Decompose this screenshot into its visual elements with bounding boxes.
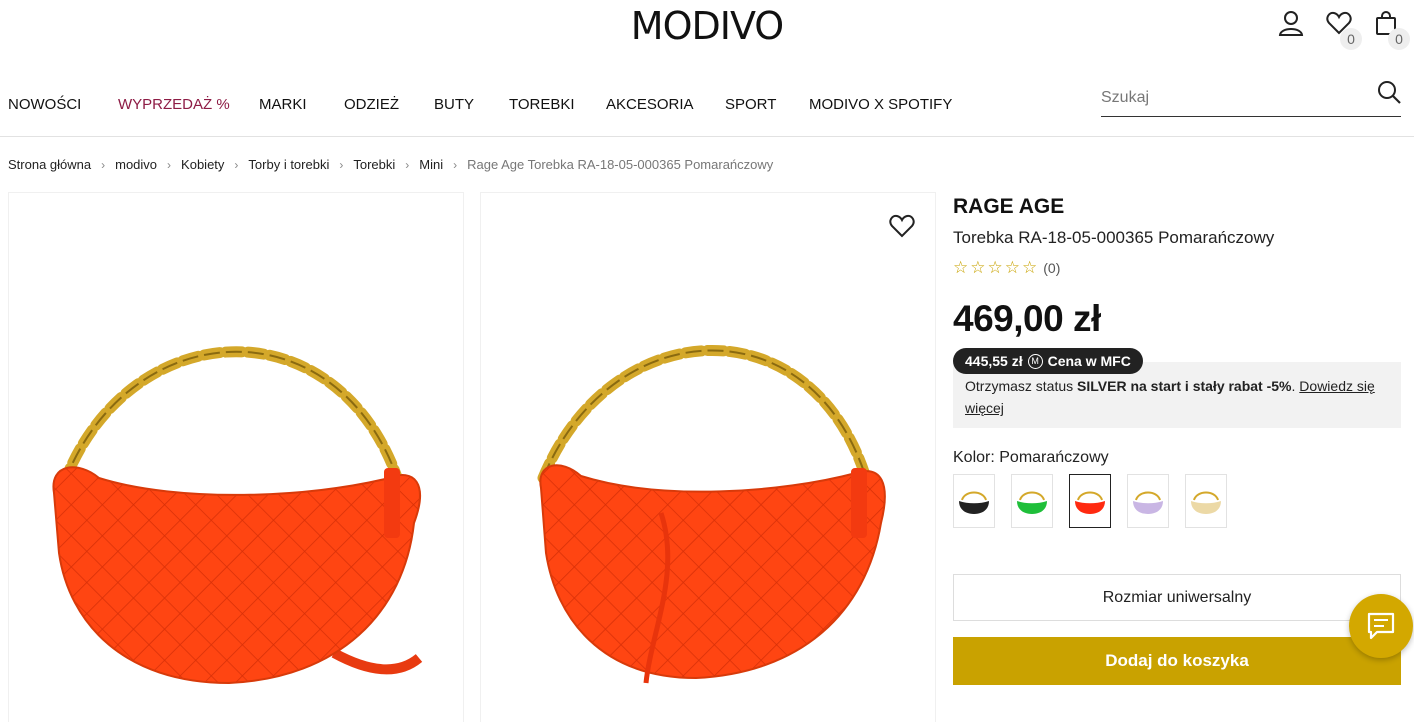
product-name: Torebka RA-18-05-000365 Pomarańczowy	[953, 228, 1275, 247]
nav-item-wyprzedaz[interactable]: WYPRZEDAŻ %	[118, 96, 259, 113]
product-image-1[interactable]	[8, 192, 464, 722]
chevron-right-icon: ›	[101, 157, 106, 172]
chevron-right-icon: ›	[453, 157, 458, 172]
star-empty-icon: ☆	[970, 258, 986, 277]
account-icon[interactable]	[1278, 10, 1304, 40]
nav-item-sport[interactable]: SPORT	[725, 96, 809, 113]
bag-thumbnail	[959, 491, 989, 514]
breadcrumb-item[interactable]: Mini	[419, 157, 443, 172]
add-to-cart-button[interactable]: Dodaj do koszyka	[953, 637, 1401, 685]
mfc-description: Otrzymasz status SILVER na start i stały…	[965, 375, 1385, 419]
nav-item-nowosci[interactable]: NOWOŚCI	[8, 96, 118, 113]
chevron-right-icon: ›	[339, 157, 344, 172]
cart-button[interactable]: 0	[1374, 10, 1410, 50]
mfc-label: Cena w MFC	[1047, 353, 1131, 369]
user-icon	[1278, 11, 1304, 36]
breadcrumb-item[interactable]: Kobiety	[181, 157, 224, 172]
mfc-text-bold: SILVER na start i stały rabat -5%	[1077, 378, 1292, 394]
color-swatch[interactable]	[1011, 474, 1053, 528]
chevron-right-icon: ›	[167, 157, 172, 172]
mfc-price-badge: 445,55 zł M Cena w MFC	[953, 348, 1143, 374]
rating[interactable]: ☆ ☆ ☆ ☆ ☆ (0)	[953, 258, 1401, 278]
nav-item-marki[interactable]: MARKI	[259, 96, 344, 113]
nav-item-modivo-x-spotify[interactable]: MODIVO X SPOTIFY	[809, 96, 952, 113]
header-divider	[0, 136, 1414, 137]
search-input[interactable]	[1101, 80, 1361, 116]
product-image-2[interactable]	[480, 192, 936, 722]
nav-item-buty[interactable]: BUTY	[434, 96, 509, 113]
color-info: Kolor: Pomarańczowy	[953, 449, 1401, 467]
product-photo	[537, 345, 886, 684]
chat-icon	[1367, 612, 1395, 640]
breadcrumb-item[interactable]: modivo	[115, 157, 157, 172]
color-swatch[interactable]	[953, 474, 995, 528]
breadcrumb-current: Rage Age Torebka RA-18-05-000365 Pomarań…	[467, 157, 774, 172]
product-photo	[52, 346, 423, 685]
rating-count: (0)	[1043, 260, 1061, 276]
breadcrumb-item[interactable]: Strona główna	[8, 157, 91, 172]
color-swatches	[953, 474, 1401, 528]
star-empty-icon: ☆	[1004, 258, 1020, 277]
color-swatch[interactable]	[1127, 474, 1169, 528]
bag-thumbnail	[1133, 491, 1163, 514]
bag-thumbnail	[1017, 491, 1047, 514]
modivo-club-icon: M	[1027, 353, 1043, 369]
nav-item-odziez[interactable]: ODZIEŻ	[344, 96, 434, 113]
chat-button[interactable]	[1349, 594, 1413, 658]
product-brand[interactable]: RAGE AGE	[953, 195, 1401, 219]
header-icons: 0 0	[1278, 10, 1410, 50]
bag-thumbnail	[1075, 491, 1105, 514]
search-icon[interactable]	[1377, 80, 1401, 104]
chevron-right-icon: ›	[234, 157, 239, 172]
chevron-right-icon: ›	[405, 157, 410, 172]
search-bar	[1101, 80, 1401, 117]
color-value: Pomarańczowy	[999, 449, 1109, 466]
cart-count-badge: 0	[1388, 28, 1410, 50]
color-swatch[interactable]	[1069, 474, 1111, 528]
product-price: 469,00 zł	[953, 298, 1101, 339]
size-selector[interactable]: Rozmiar uniwersalny	[953, 574, 1401, 621]
mfc-text-prefix: Otrzymasz status	[965, 378, 1078, 394]
breadcrumb-item[interactable]: Torebki	[353, 157, 395, 172]
mfc-promo-box: 445,55 zł M Cena w MFC Otrzymasz status …	[953, 348, 1401, 428]
bag-thumbnail	[1191, 491, 1221, 514]
wishlist-count-badge: 0	[1340, 28, 1362, 50]
main-nav: NOWOŚCI WYPRZEDAŻ % MARKI ODZIEŻ BUTY TO…	[8, 96, 952, 113]
breadcrumb-item[interactable]: Torby i torebki	[248, 157, 329, 172]
color-swatch[interactable]	[1185, 474, 1227, 528]
nav-item-torebki[interactable]: TOREBKI	[509, 96, 606, 113]
mfc-price: 445,55 zł	[965, 353, 1023, 369]
site-logo[interactable]: MODIVO	[0, 4, 1414, 48]
product-info: RAGE AGE Torebka RA-18-05-000365 Pomarań…	[953, 192, 1401, 685]
star-empty-icon: ☆	[953, 258, 969, 277]
wishlist-button[interactable]: 0	[1326, 10, 1362, 50]
add-to-wishlist-heart-icon[interactable]	[889, 213, 915, 239]
star-empty-icon: ☆	[1022, 258, 1038, 277]
breadcrumb: Strona główna › modivo › Kobiety › Torby…	[8, 157, 773, 172]
star-empty-icon: ☆	[987, 258, 1003, 277]
color-label: Kolor:	[953, 449, 995, 466]
nav-item-akcesoria[interactable]: AKCESORIA	[606, 96, 725, 113]
